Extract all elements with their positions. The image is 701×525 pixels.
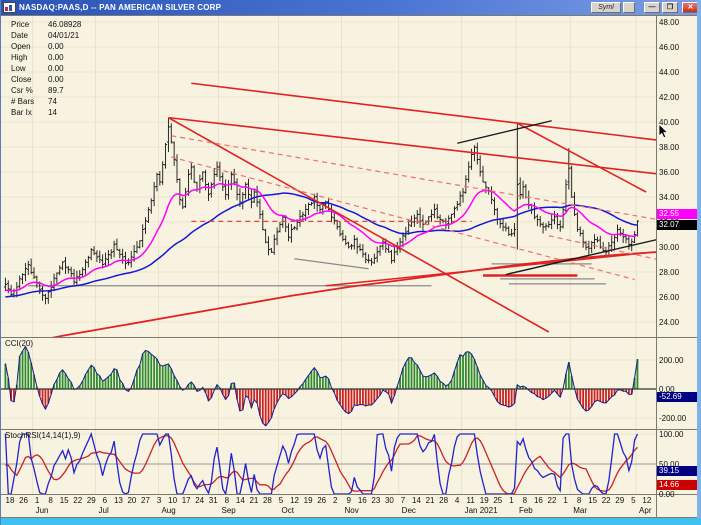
readout-row: Close0.00 <box>11 74 81 85</box>
cci-panel-label: CCI(20) <box>5 339 33 348</box>
stochrsi-axis-tick: 0.00 <box>659 490 675 499</box>
month-axis-label: Aug <box>161 506 175 515</box>
month-axis-label: Jan 2021 <box>465 506 498 515</box>
price-axis-tick: 46.00 <box>659 43 679 52</box>
date-axis-tick: 21 <box>247 496 261 505</box>
date-axis-tick: 1 <box>504 496 518 505</box>
last-price-chip: 32.07 <box>657 220 701 230</box>
date-axis-tick: 4 <box>450 496 464 505</box>
date-axis-tick: 19 <box>301 496 315 505</box>
month-axis-label: Sep <box>222 506 236 515</box>
stochrsi-slow-chip: 14.66 <box>657 480 701 490</box>
readout-row: Low0.00 <box>11 63 81 74</box>
date-axis-tick: 31 <box>206 496 220 505</box>
date-axis-tick: 28 <box>437 496 451 505</box>
readout-row: # Bars74 <box>11 96 81 107</box>
readout-row: Csr %89.7 <box>11 85 81 96</box>
date-axis-tick: 19 <box>477 496 491 505</box>
cci-axis-tick: 200.00 <box>659 356 683 365</box>
date-axis-tick: 22 <box>599 496 613 505</box>
readout-row: Bar Ix14 <box>11 107 81 118</box>
date-axis-tick: 16 <box>531 496 545 505</box>
date-axis-tick: 14 <box>410 496 424 505</box>
date-axis-tick: 7 <box>396 496 410 505</box>
month-axis-label: Nov <box>344 506 358 515</box>
price-axis-tick: 30.00 <box>659 243 679 252</box>
cci-value-chip: -52.69 <box>657 392 701 402</box>
price-axis-tick: 48.00 <box>659 18 679 27</box>
window-right-border <box>697 0 701 525</box>
date-axis-tick: 9 <box>342 496 356 505</box>
date-axis-tick: 20 <box>125 496 139 505</box>
month-axis-label: Feb <box>519 506 533 515</box>
month-axis-label: Jun <box>36 506 49 515</box>
date-axis-tick: 21 <box>423 496 437 505</box>
price-axis-tick: 38.00 <box>659 143 679 152</box>
date-axis-tick: 29 <box>613 496 627 505</box>
date-axis-tick: 22 <box>545 496 559 505</box>
date-axis-tick: 8 <box>220 496 234 505</box>
date-axis-tick: 26 <box>17 496 31 505</box>
date-axis-tick: 13 <box>111 496 125 505</box>
date-axis-tick: 16 <box>355 496 369 505</box>
chart-canvas[interactable] <box>1 0 701 525</box>
ma-value-chip: 32.55 <box>657 209 701 219</box>
month-axis-label: Dec <box>402 506 416 515</box>
window-bottom-border[interactable] <box>1 518 701 525</box>
price-axis-tick: 24.00 <box>659 318 679 327</box>
date-axis-tick: 27 <box>139 496 153 505</box>
date-axis-tick: 1 <box>30 496 44 505</box>
date-axis-tick: 6 <box>98 496 112 505</box>
date-axis-tick: 30 <box>382 496 396 505</box>
date-axis-tick: 18 <box>3 496 17 505</box>
date-axis-tick: 11 <box>464 496 478 505</box>
date-axis-tick: 5 <box>274 496 288 505</box>
date-axis-tick: 23 <box>369 496 383 505</box>
price-axis-tick: 28.00 <box>659 268 679 277</box>
cursor-data-readout: Price46.08928Date04/01/21Open0.00High0.0… <box>11 19 81 118</box>
date-axis-tick: 28 <box>260 496 274 505</box>
date-axis-tick: 15 <box>57 496 71 505</box>
price-axis-tick: 44.00 <box>659 68 679 77</box>
date-axis-tick: 24 <box>193 496 207 505</box>
month-axis-label: Mar <box>573 506 587 515</box>
stochrsi-axis-tick: 100.00 <box>659 430 683 439</box>
chart-window: NASDAQ:PAAS,D -- PAN AMERICAN SILVER COR… <box>0 0 701 525</box>
date-axis-tick: 15 <box>586 496 600 505</box>
readout-row: Open0.00 <box>11 41 81 52</box>
date-axis-tick: 2 <box>328 496 342 505</box>
month-axis-label: Oct <box>282 506 294 515</box>
date-axis-tick: 12 <box>640 496 654 505</box>
date-axis-tick: 8 <box>572 496 586 505</box>
date-axis-tick: 25 <box>491 496 505 505</box>
date-axis-tick: 12 <box>288 496 302 505</box>
date-axis-tick: 1 <box>559 496 573 505</box>
date-axis-tick: 14 <box>233 496 247 505</box>
date-axis-tick: 22 <box>71 496 85 505</box>
readout-row: Date04/01/21 <box>11 30 81 41</box>
stochrsi-fast-chip: 39.15 <box>657 466 701 476</box>
readout-row: High0.00 <box>11 52 81 63</box>
date-axis-tick: 26 <box>315 496 329 505</box>
date-axis-tick: 5 <box>626 496 640 505</box>
price-axis-tick: 34.00 <box>659 193 679 202</box>
date-axis-tick: 8 <box>518 496 532 505</box>
month-axis-label: Jul <box>99 506 109 515</box>
cci-axis-tick: -200.00 <box>659 414 686 423</box>
mouse-cursor <box>659 124 671 140</box>
readout-row: Price46.08928 <box>11 19 81 30</box>
date-axis-tick: 17 <box>179 496 193 505</box>
price-axis-tick: 36.00 <box>659 168 679 177</box>
price-axis-tick: 42.00 <box>659 93 679 102</box>
price-axis-tick: 26.00 <box>659 293 679 302</box>
date-axis-tick: 29 <box>84 496 98 505</box>
month-axis-label: Apr <box>639 506 651 515</box>
date-axis-tick: 10 <box>166 496 180 505</box>
stochrsi-panel-label: StochRSI(14,14(1),9) <box>5 431 81 440</box>
date-axis-tick: 8 <box>44 496 58 505</box>
date-axis-tick: 3 <box>152 496 166 505</box>
